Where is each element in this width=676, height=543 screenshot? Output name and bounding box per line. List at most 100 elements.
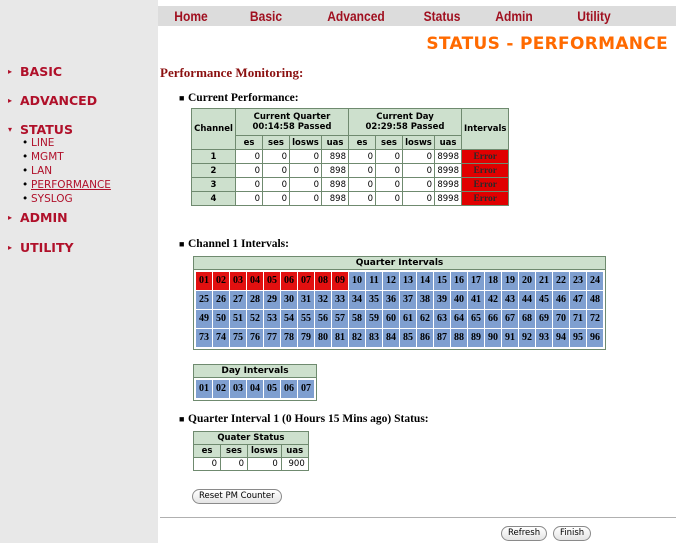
quarter-interval-cell[interactable]: 37: [400, 291, 416, 309]
quarter-interval-cell[interactable]: 41: [468, 291, 484, 309]
quarter-interval-cell[interactable]: 63: [434, 310, 450, 328]
quarter-interval-cell[interactable]: 26: [213, 291, 229, 309]
sidebar-section-utility[interactable]: ▸ UTILITY: [8, 240, 74, 255]
quarter-interval-cell[interactable]: 90: [485, 329, 501, 347]
quarter-interval-cell[interactable]: 85: [400, 329, 416, 347]
sidebar-item-performance[interactable]: • PERFORMANCE: [22, 179, 111, 191]
tab-status[interactable]: Status: [409, 6, 474, 26]
sidebar-item-mgmt[interactable]: • MGMT: [22, 151, 64, 163]
quarter-interval-cell[interactable]: 57: [332, 310, 348, 328]
sidebar-section-basic[interactable]: ▸ BASIC: [8, 64, 62, 79]
quarter-interval-cell[interactable]: 01: [196, 272, 212, 290]
quarter-interval-cell[interactable]: 29: [264, 291, 280, 309]
quarter-interval-cell[interactable]: 25: [196, 291, 212, 309]
intervals-error-link[interactable]: Error: [460, 163, 510, 178]
quarter-interval-cell[interactable]: 34: [349, 291, 365, 309]
quarter-interval-cell[interactable]: 02: [213, 272, 229, 290]
quarter-interval-cell[interactable]: 84: [383, 329, 399, 347]
quarter-interval-cell[interactable]: 06: [281, 272, 297, 290]
sidebar-item-lan[interactable]: • LAN: [22, 165, 52, 177]
quarter-interval-cell[interactable]: 54: [281, 310, 297, 328]
quarter-interval-cell[interactable]: 20: [519, 272, 535, 290]
sidebar-item-line[interactable]: • LINE: [22, 137, 54, 149]
quarter-interval-cell[interactable]: 12: [383, 272, 399, 290]
quarter-interval-cell[interactable]: 45: [536, 291, 552, 309]
quarter-interval-cell[interactable]: 55: [298, 310, 314, 328]
quarter-interval-cell[interactable]: 48: [587, 291, 603, 309]
quarter-interval-cell[interactable]: 27: [230, 291, 246, 309]
quarter-interval-cell[interactable]: 79: [298, 329, 314, 347]
quarter-interval-cell[interactable]: 30: [281, 291, 297, 309]
day-interval-cell[interactable]: 04: [247, 380, 263, 398]
quarter-interval-cell[interactable]: 38: [417, 291, 433, 309]
quarter-interval-cell[interactable]: 22: [553, 272, 569, 290]
quarter-interval-cell[interactable]: 31: [298, 291, 314, 309]
quarter-interval-cell[interactable]: 71: [570, 310, 586, 328]
quarter-interval-cell[interactable]: 36: [383, 291, 399, 309]
sidebar-item-syslog[interactable]: • SYSLOG: [22, 193, 73, 205]
quarter-interval-cell[interactable]: 35: [366, 291, 382, 309]
day-interval-cell[interactable]: 05: [264, 380, 280, 398]
reset-pm-counter-button[interactable]: Reset PM Counter: [192, 489, 282, 504]
quarter-interval-cell[interactable]: 08: [315, 272, 331, 290]
quarter-interval-cell[interactable]: 28: [247, 291, 263, 309]
quarter-interval-cell[interactable]: 69: [536, 310, 552, 328]
quarter-interval-cell[interactable]: 15: [434, 272, 450, 290]
quarter-interval-cell[interactable]: 21: [536, 272, 552, 290]
quarter-interval-cell[interactable]: 94: [553, 329, 569, 347]
quarter-interval-cell[interactable]: 33: [332, 291, 348, 309]
quarter-interval-cell[interactable]: 16: [451, 272, 467, 290]
quarter-interval-cell[interactable]: 89: [468, 329, 484, 347]
quarter-interval-cell[interactable]: 39: [434, 291, 450, 309]
quarter-interval-cell[interactable]: 23: [570, 272, 586, 290]
tab-advanced[interactable]: Advanced: [315, 6, 398, 26]
tab-home[interactable]: Home: [163, 6, 220, 26]
refresh-button[interactable]: Refresh: [501, 526, 548, 541]
quarter-interval-cell[interactable]: 64: [451, 310, 467, 328]
sidebar-section-advanced[interactable]: ▸ ADVANCED: [8, 93, 97, 108]
quarter-interval-cell[interactable]: 49: [196, 310, 212, 328]
quarter-interval-cell[interactable]: 74: [213, 329, 229, 347]
quarter-interval-cell[interactable]: 53: [264, 310, 280, 328]
quarter-interval-cell[interactable]: 73: [196, 329, 212, 347]
quarter-interval-cell[interactable]: 83: [366, 329, 382, 347]
sidebar-section-status[interactable]: ▾ STATUS: [8, 122, 73, 137]
quarter-interval-cell[interactable]: 82: [349, 329, 365, 347]
quarter-interval-cell[interactable]: 18: [485, 272, 501, 290]
day-interval-cell[interactable]: 01: [196, 380, 212, 398]
quarter-interval-cell[interactable]: 44: [519, 291, 535, 309]
quarter-interval-cell[interactable]: 51: [230, 310, 246, 328]
quarter-interval-cell[interactable]: 81: [332, 329, 348, 347]
intervals-error-link[interactable]: Error: [460, 149, 510, 164]
quarter-interval-cell[interactable]: 24: [587, 272, 603, 290]
quarter-interval-cell[interactable]: 76: [247, 329, 263, 347]
quarter-interval-cell[interactable]: 59: [366, 310, 382, 328]
quarter-interval-cell[interactable]: 88: [451, 329, 467, 347]
quarter-interval-cell[interactable]: 87: [434, 329, 450, 347]
quarter-interval-cell[interactable]: 07: [298, 272, 314, 290]
quarter-interval-cell[interactable]: 75: [230, 329, 246, 347]
quarter-interval-cell[interactable]: 04: [247, 272, 263, 290]
quarter-interval-cell[interactable]: 03: [230, 272, 246, 290]
quarter-interval-cell[interactable]: 17: [468, 272, 484, 290]
tab-basic[interactable]: Basic: [230, 6, 302, 26]
quarter-interval-cell[interactable]: 66: [485, 310, 501, 328]
quarter-interval-cell[interactable]: 32: [315, 291, 331, 309]
day-interval-cell[interactable]: 03: [230, 380, 246, 398]
quarter-interval-cell[interactable]: 61: [400, 310, 416, 328]
quarter-interval-cell[interactable]: 11: [366, 272, 382, 290]
quarter-interval-cell[interactable]: 50: [213, 310, 229, 328]
intervals-error-link[interactable]: Error: [460, 191, 510, 206]
day-interval-cell[interactable]: 07: [298, 380, 314, 398]
quarter-interval-cell[interactable]: 95: [570, 329, 586, 347]
quarter-interval-cell[interactable]: 65: [468, 310, 484, 328]
tab-utility[interactable]: Utility: [554, 6, 633, 26]
quarter-interval-cell[interactable]: 43: [502, 291, 518, 309]
quarter-interval-cell[interactable]: 70: [553, 310, 569, 328]
quarter-interval-cell[interactable]: 77: [264, 329, 280, 347]
quarter-interval-cell[interactable]: 91: [502, 329, 518, 347]
quarter-interval-cell[interactable]: 14: [417, 272, 433, 290]
quarter-interval-cell[interactable]: 10: [349, 272, 365, 290]
quarter-interval-cell[interactable]: 05: [264, 272, 280, 290]
quarter-interval-cell[interactable]: 52: [247, 310, 263, 328]
